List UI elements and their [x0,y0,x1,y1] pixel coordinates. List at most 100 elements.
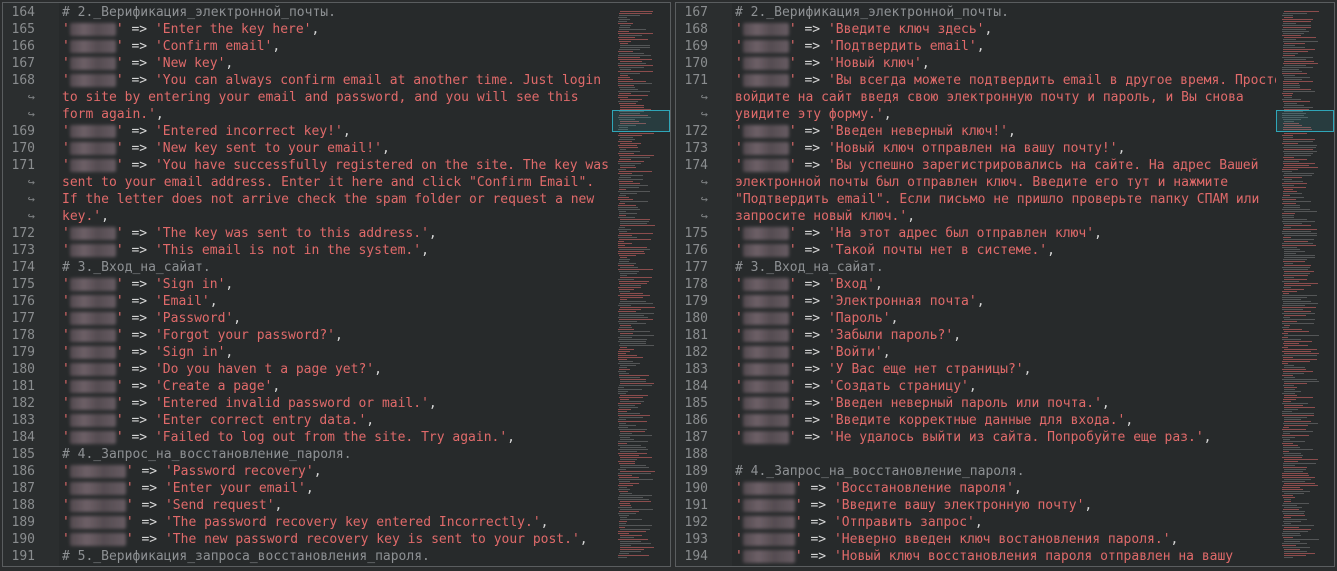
minimap-line [619,27,630,28]
line-text: ' ' => 'New key sent to your email!', [62,140,390,157]
minimap-line [1282,535,1301,536]
comment-text: # 2._Верификация_электронной_почты. [62,5,336,20]
minimap-line [1284,105,1304,106]
minimap-line [1284,241,1308,242]
minimap-line [620,517,627,518]
key-quote: ' [735,22,743,37]
string-value: 'New key' [154,56,226,71]
line-number: 189 [11,515,35,530]
minimap-line [618,251,644,252]
line-text: ' ' => 'Введен неверный ключ!', [735,123,1016,140]
code-line: 178 ' ' => 'Вход', [676,276,1276,293]
minimap-line [1282,291,1297,292]
minimap-line [620,157,650,158]
key-quote: ' [788,379,797,394]
trailing-comma: , [1117,141,1126,156]
minimap-line [1284,97,1292,98]
code-line: 165 ' ' => 'Enter the key here', [3,21,612,38]
trailing-comma: , [305,481,314,496]
minimap-viewport-indicator[interactable] [612,110,670,132]
minimap-line [1283,33,1304,34]
minimap-line [1284,425,1308,426]
minimap-line [618,469,626,470]
wrap-continuation-icon: ↪ [700,90,708,104]
code-line: 178 ' ' => 'Forgot your password?', [3,327,612,344]
code-line: 181 ' ' => 'Create a page', [3,378,612,395]
line-number: 180 [684,311,708,326]
minimap-line [618,539,648,540]
arrow-operator: => [804,294,821,309]
minimap-line [618,161,644,162]
minimap-line [620,293,643,294]
minimap-line [1283,423,1318,424]
minimap-line [1282,15,1293,16]
code-line: 170 ' ' => 'Новый ключ', [676,55,1276,72]
minimap-line [1284,279,1307,280]
line-text: ' ' => 'You can always confirm email at a… [62,72,601,89]
minimap-line [618,321,637,322]
minimap-line [619,283,647,284]
minimap-line [619,477,639,478]
code-line: 186 ' ' => 'Введите корректные данные для … [676,412,1276,429]
line-text: ' ' => 'Подтвердить email', [735,38,985,55]
minimap-line [618,279,634,280]
minimap-line [618,391,628,392]
trailing-comma: , [225,345,234,360]
minimap-line [618,253,645,254]
minimap-line [619,463,635,464]
code-line: 175 ' ' => 'Sign in', [3,276,612,293]
code-area[interactable]: 164 # 2._Верификация_электронной_почты. 16… [3,4,612,565]
code-line: 173 ' ' => 'This email is not in the syste… [3,242,612,259]
minimap-line [620,257,627,258]
minimap-line [1282,185,1294,186]
arrow-operator: => [804,243,821,258]
minimap-line [619,483,639,484]
code-line: 164 # 2._Верификация_электронной_почты. [3,4,612,21]
line-text: ' ' => 'Email', [62,293,218,310]
minimap-line [619,375,649,376]
string-value: 'Sign in' [154,277,226,292]
minimap-line [618,191,650,192]
minimap-line [619,377,640,378]
minimap-line [1282,363,1288,364]
minimap[interactable] [612,3,670,566]
minimap-line [619,495,652,496]
minimap-line [1284,189,1293,190]
code-line: 167 # 2._Верификация_электронной_почты. [676,4,1276,21]
minimap-line [1284,507,1302,508]
minimap-line [1283,27,1311,28]
minimap-line [1284,77,1310,78]
minimap-viewport-indicator[interactable] [1276,110,1334,132]
line-text: # 4._Запрос_на_восстановление_пароля. [735,463,1025,480]
arrow-operator: => [804,345,821,360]
minimap-line [1282,295,1317,296]
minimap-line [618,85,634,86]
key-quote: ' [735,532,743,547]
code-line: 185 # 4._Запрос_на_восстановление_пароля. [3,446,612,463]
minimap-line [1284,37,1316,38]
minimap-line [1283,201,1311,202]
arrow-operator: => [810,532,827,547]
code-area[interactable]: 167 # 2._Верификация_электронной_почты. 16… [676,4,1282,565]
redacted-key [69,397,116,410]
minimap-line [1283,157,1294,158]
line-text: # 3._Вход_на_сайат. [735,259,884,276]
right-editor-pane[interactable]: 167 # 2._Верификация_электронной_почты. 16… [675,2,1335,567]
minimap-line [1282,267,1310,268]
line-number: 189 [684,464,708,479]
arrow-operator: => [804,277,821,292]
left-editor-pane[interactable]: 164 # 2._Верификация_электронной_почты. 16… [2,2,671,567]
minimap[interactable] [1276,3,1334,566]
line-text: увидите эту форму.', [735,106,892,123]
line-number: 178 [684,277,708,292]
minimap-line [1283,87,1300,88]
minimap-line [619,233,653,234]
line-text: ' ' => 'You have successfully registered … [62,157,609,174]
line-text: ' ' => 'Sign in', [62,344,233,361]
minimap-line [1283,51,1308,52]
minimap-line [620,439,634,440]
trailing-comma: , [984,22,993,37]
